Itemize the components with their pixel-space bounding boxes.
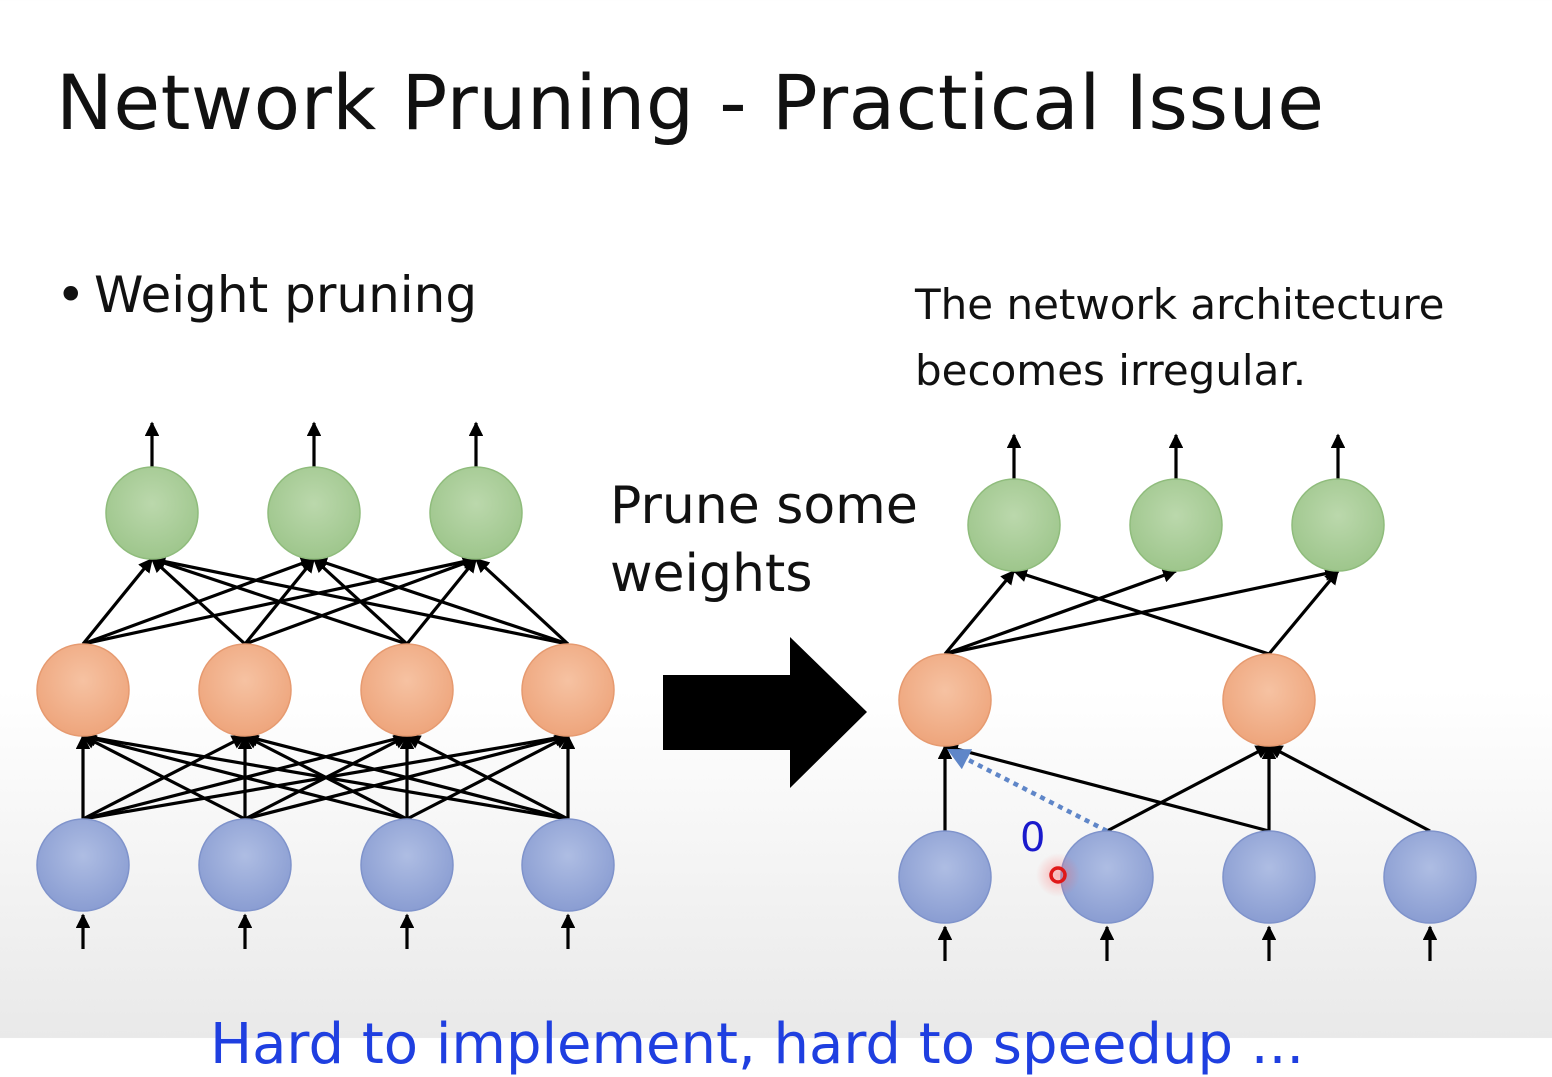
pruned-input-node-2 — [1222, 830, 1316, 924]
full-hidden-node-0 — [36, 643, 130, 737]
pruned-edge-in1-hid1 — [1106, 744, 1271, 833]
pruned-input-node-0 — [898, 830, 992, 924]
pruned-output-node-1 — [1129, 478, 1223, 572]
full-edge-hid3-out0 — [150, 554, 569, 646]
full-hidden-node-2 — [360, 643, 454, 737]
pruned-hidden-node-1 — [1222, 653, 1316, 747]
full-input-node-1 — [198, 818, 292, 912]
pruned-output-node-0 — [967, 478, 1061, 572]
pruned-edge-in2-hid0 — [943, 742, 1270, 833]
full-edge-hid3-out2 — [474, 557, 570, 646]
cursor-icon — [1036, 853, 1080, 897]
pruned-output-node-2 — [1291, 478, 1385, 572]
full-output-node-0 — [105, 466, 199, 560]
full-hidden-node-1 — [198, 643, 292, 737]
network-diagram: 0 — [36, 421, 1477, 961]
pruned-hidden-node-0 — [898, 653, 992, 747]
full-input-node-0 — [36, 818, 130, 912]
pruned-edge-in3-hid1 — [1267, 744, 1431, 833]
full-input-node-3 — [521, 818, 615, 912]
footer-partial-text: Hard to implement, hard to speedup ... — [210, 1012, 1305, 1077]
full-output-node-2 — [429, 466, 523, 560]
zero-weight-label: 0 — [1020, 815, 1045, 861]
full-edge-hid1-out0 — [150, 557, 247, 646]
full-input-node-2 — [360, 818, 454, 912]
full-hidden-node-3 — [521, 643, 615, 737]
full-output-node-1 — [267, 466, 361, 560]
prune-arrow-icon — [663, 637, 867, 788]
pruned-input-node-3 — [1383, 830, 1477, 924]
